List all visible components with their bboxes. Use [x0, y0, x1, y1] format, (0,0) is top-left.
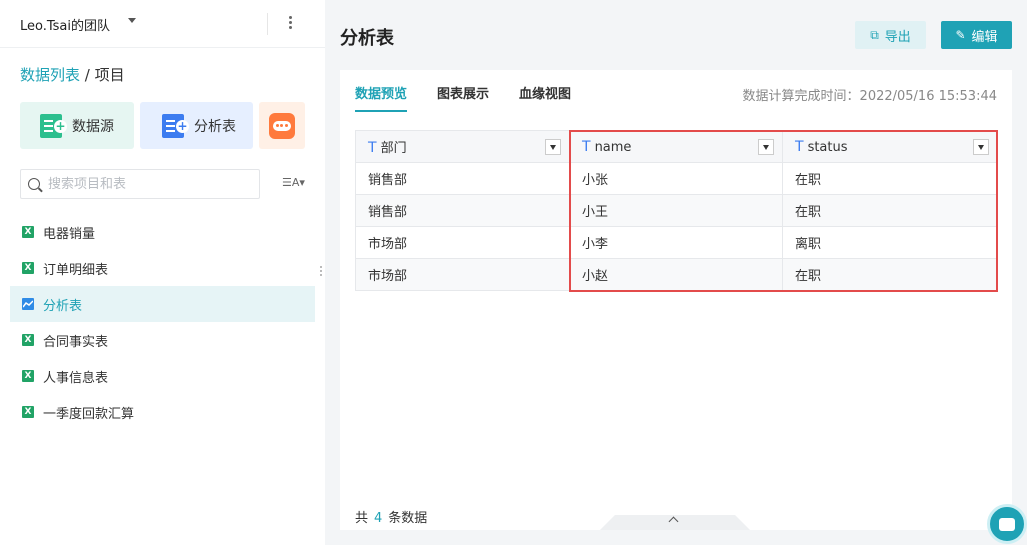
column-header[interactable]: Tstatus — [782, 130, 998, 163]
chevron-down-icon[interactable] — [758, 139, 774, 155]
table-row: 销售部 小王 在职 — [355, 194, 998, 227]
chart-line-icon — [22, 298, 34, 310]
sidebar-item-label: 人事信息表 — [43, 370, 109, 386]
table-row: 市场部 小赵 在职 — [355, 258, 998, 291]
column-header[interactable]: T 部门 — [355, 130, 570, 163]
sidebar-item-label: 电器销量 — [43, 226, 96, 242]
add-data-source-button[interactable]: + 数据源 — [20, 102, 134, 149]
chevron-down-icon[interactable] — [973, 139, 989, 155]
table-cell[interactable]: 销售部 — [355, 194, 570, 227]
sidebar: Leo.Tsai的团队 数据列表 / 项目 + 数据源 + 分析表 ☰A▾ X … — [0, 0, 325, 545]
add-data-source-label: 数据源 — [72, 118, 114, 135]
chevron-down-icon[interactable] — [545, 139, 561, 155]
add-data-source-icon: + — [40, 113, 67, 138]
resize-handle[interactable] — [320, 266, 323, 280]
calc-time: 数据计算完成时间：2022/05/16 15:53:44 — [742, 89, 997, 104]
tab-chart-view[interactable]: 图表展示 — [437, 83, 489, 112]
table-cell[interactable]: 销售部 — [355, 162, 570, 195]
breadcrumb-current: 项目 — [94, 66, 125, 84]
table-cell[interactable]: 小张 — [569, 162, 783, 195]
row-count: 共 4 条数据 — [355, 507, 427, 526]
edit-label: 编辑 — [971, 29, 998, 45]
tab-data-preview[interactable]: 数据预览 — [355, 83, 408, 112]
more-actions-button[interactable] — [259, 102, 305, 149]
table-cell[interactable]: 在职 — [782, 194, 998, 227]
excel-icon: X — [22, 262, 34, 274]
chevron-up-icon — [668, 516, 679, 527]
column-label: name — [594, 139, 632, 155]
search-icon — [28, 178, 40, 190]
export-label: 导出 — [884, 29, 911, 45]
breadcrumb: 数据列表 / 项目 — [20, 64, 125, 85]
export-icon: ⧉ — [870, 27, 879, 42]
excel-icon: X — [22, 334, 34, 346]
sidebar-item-一季度回款汇算[interactable]: X 一季度回款汇算 — [10, 394, 315, 430]
row-count-suffix: 条数据 — [388, 511, 428, 526]
more-horizontal-icon — [269, 112, 295, 139]
sidebar-item-label: 合同事实表 — [43, 334, 109, 350]
tab-lineage-view[interactable]: 血缘视图 — [519, 83, 571, 112]
text-type-icon: T — [795, 138, 804, 155]
edit-icon: ✎ — [955, 28, 966, 42]
breadcrumb-separator: / — [80, 66, 95, 84]
chat-support-button[interactable] — [987, 504, 1027, 544]
sidebar-item-label: 分析表 — [43, 298, 83, 314]
edit-button[interactable]: ✎ 编辑 — [941, 21, 1012, 49]
team-name[interactable]: Leo.Tsai的团队 — [20, 15, 110, 34]
search-input[interactable] — [48, 170, 248, 198]
excel-icon: X — [22, 226, 34, 238]
table-cell[interactable]: 在职 — [782, 258, 998, 291]
sidebar-item-label: 一季度回款汇算 — [43, 406, 135, 422]
table-cell[interactable]: 市场部 — [355, 226, 570, 259]
column-label: 部门 — [380, 141, 407, 156]
add-analysis-button[interactable]: + 分析表 — [140, 102, 253, 149]
text-type-icon: T — [368, 140, 377, 156]
sidebar-list: X 电器销量 X 订单明细表 分析表 X 合同事实表 X 人事信息表 X 一季度… — [10, 214, 315, 430]
table-row: 市场部 小李 离职 — [355, 226, 998, 259]
sidebar-item-分析表[interactable]: 分析表 — [10, 286, 315, 322]
data-table: T 部门 Tname Tstatus 销售部 小张 在职 销售部 小王 在职 市场… — [355, 130, 998, 291]
table-cell[interactable]: 市场部 — [355, 258, 570, 291]
content-panel: 数据预览 图表展示 血缘视图 数据计算完成时间：2022/05/16 15:53… — [340, 70, 1012, 530]
sidebar-item-合同事实表[interactable]: X 合同事实表 — [10, 322, 315, 358]
tabs: 数据预览 图表展示 血缘视图 — [355, 83, 601, 112]
breadcrumb-link[interactable]: 数据列表 — [20, 66, 80, 84]
page-title: 分析表 — [340, 28, 394, 49]
search-box[interactable] — [20, 169, 260, 199]
sidebar-item-label: 订单明细表 — [43, 262, 109, 278]
table-header-row: T 部门 Tname Tstatus — [355, 130, 998, 163]
text-type-icon: T — [582, 138, 591, 155]
chevron-down-icon[interactable] — [128, 18, 136, 23]
table-row: 销售部 小张 在职 — [355, 162, 998, 195]
column-header[interactable]: Tname — [569, 130, 783, 163]
add-analysis-icon: + — [162, 113, 189, 138]
sidebar-item-电器销量[interactable]: X 电器销量 — [10, 214, 315, 250]
export-button[interactable]: ⧉ 导出 — [855, 21, 926, 49]
chat-icon — [999, 517, 1015, 531]
table-cell[interactable]: 在职 — [782, 162, 998, 195]
table-cell[interactable]: 小赵 — [569, 258, 783, 291]
column-label: status — [807, 139, 848, 155]
collapse-toggle[interactable] — [600, 515, 750, 530]
row-count-number: 4 — [374, 511, 383, 526]
sort-icon[interactable]: ☰A▾ — [282, 176, 305, 189]
add-analysis-label: 分析表 — [194, 118, 236, 135]
table-cell[interactable]: 小王 — [569, 194, 783, 227]
table-cell[interactable]: 小李 — [569, 226, 783, 259]
sidebar-item-人事信息表[interactable]: X 人事信息表 — [10, 358, 315, 394]
more-vertical-icon[interactable] — [285, 14, 295, 34]
excel-icon: X — [22, 370, 34, 382]
divider — [267, 13, 268, 35]
table-cell[interactable]: 离职 — [782, 226, 998, 259]
row-count-prefix: 共 — [355, 511, 369, 526]
excel-icon: X — [22, 406, 34, 418]
sidebar-item-订单明细表[interactable]: X 订单明细表 — [10, 250, 315, 286]
team-bar: Leo.Tsai的团队 — [0, 0, 325, 48]
